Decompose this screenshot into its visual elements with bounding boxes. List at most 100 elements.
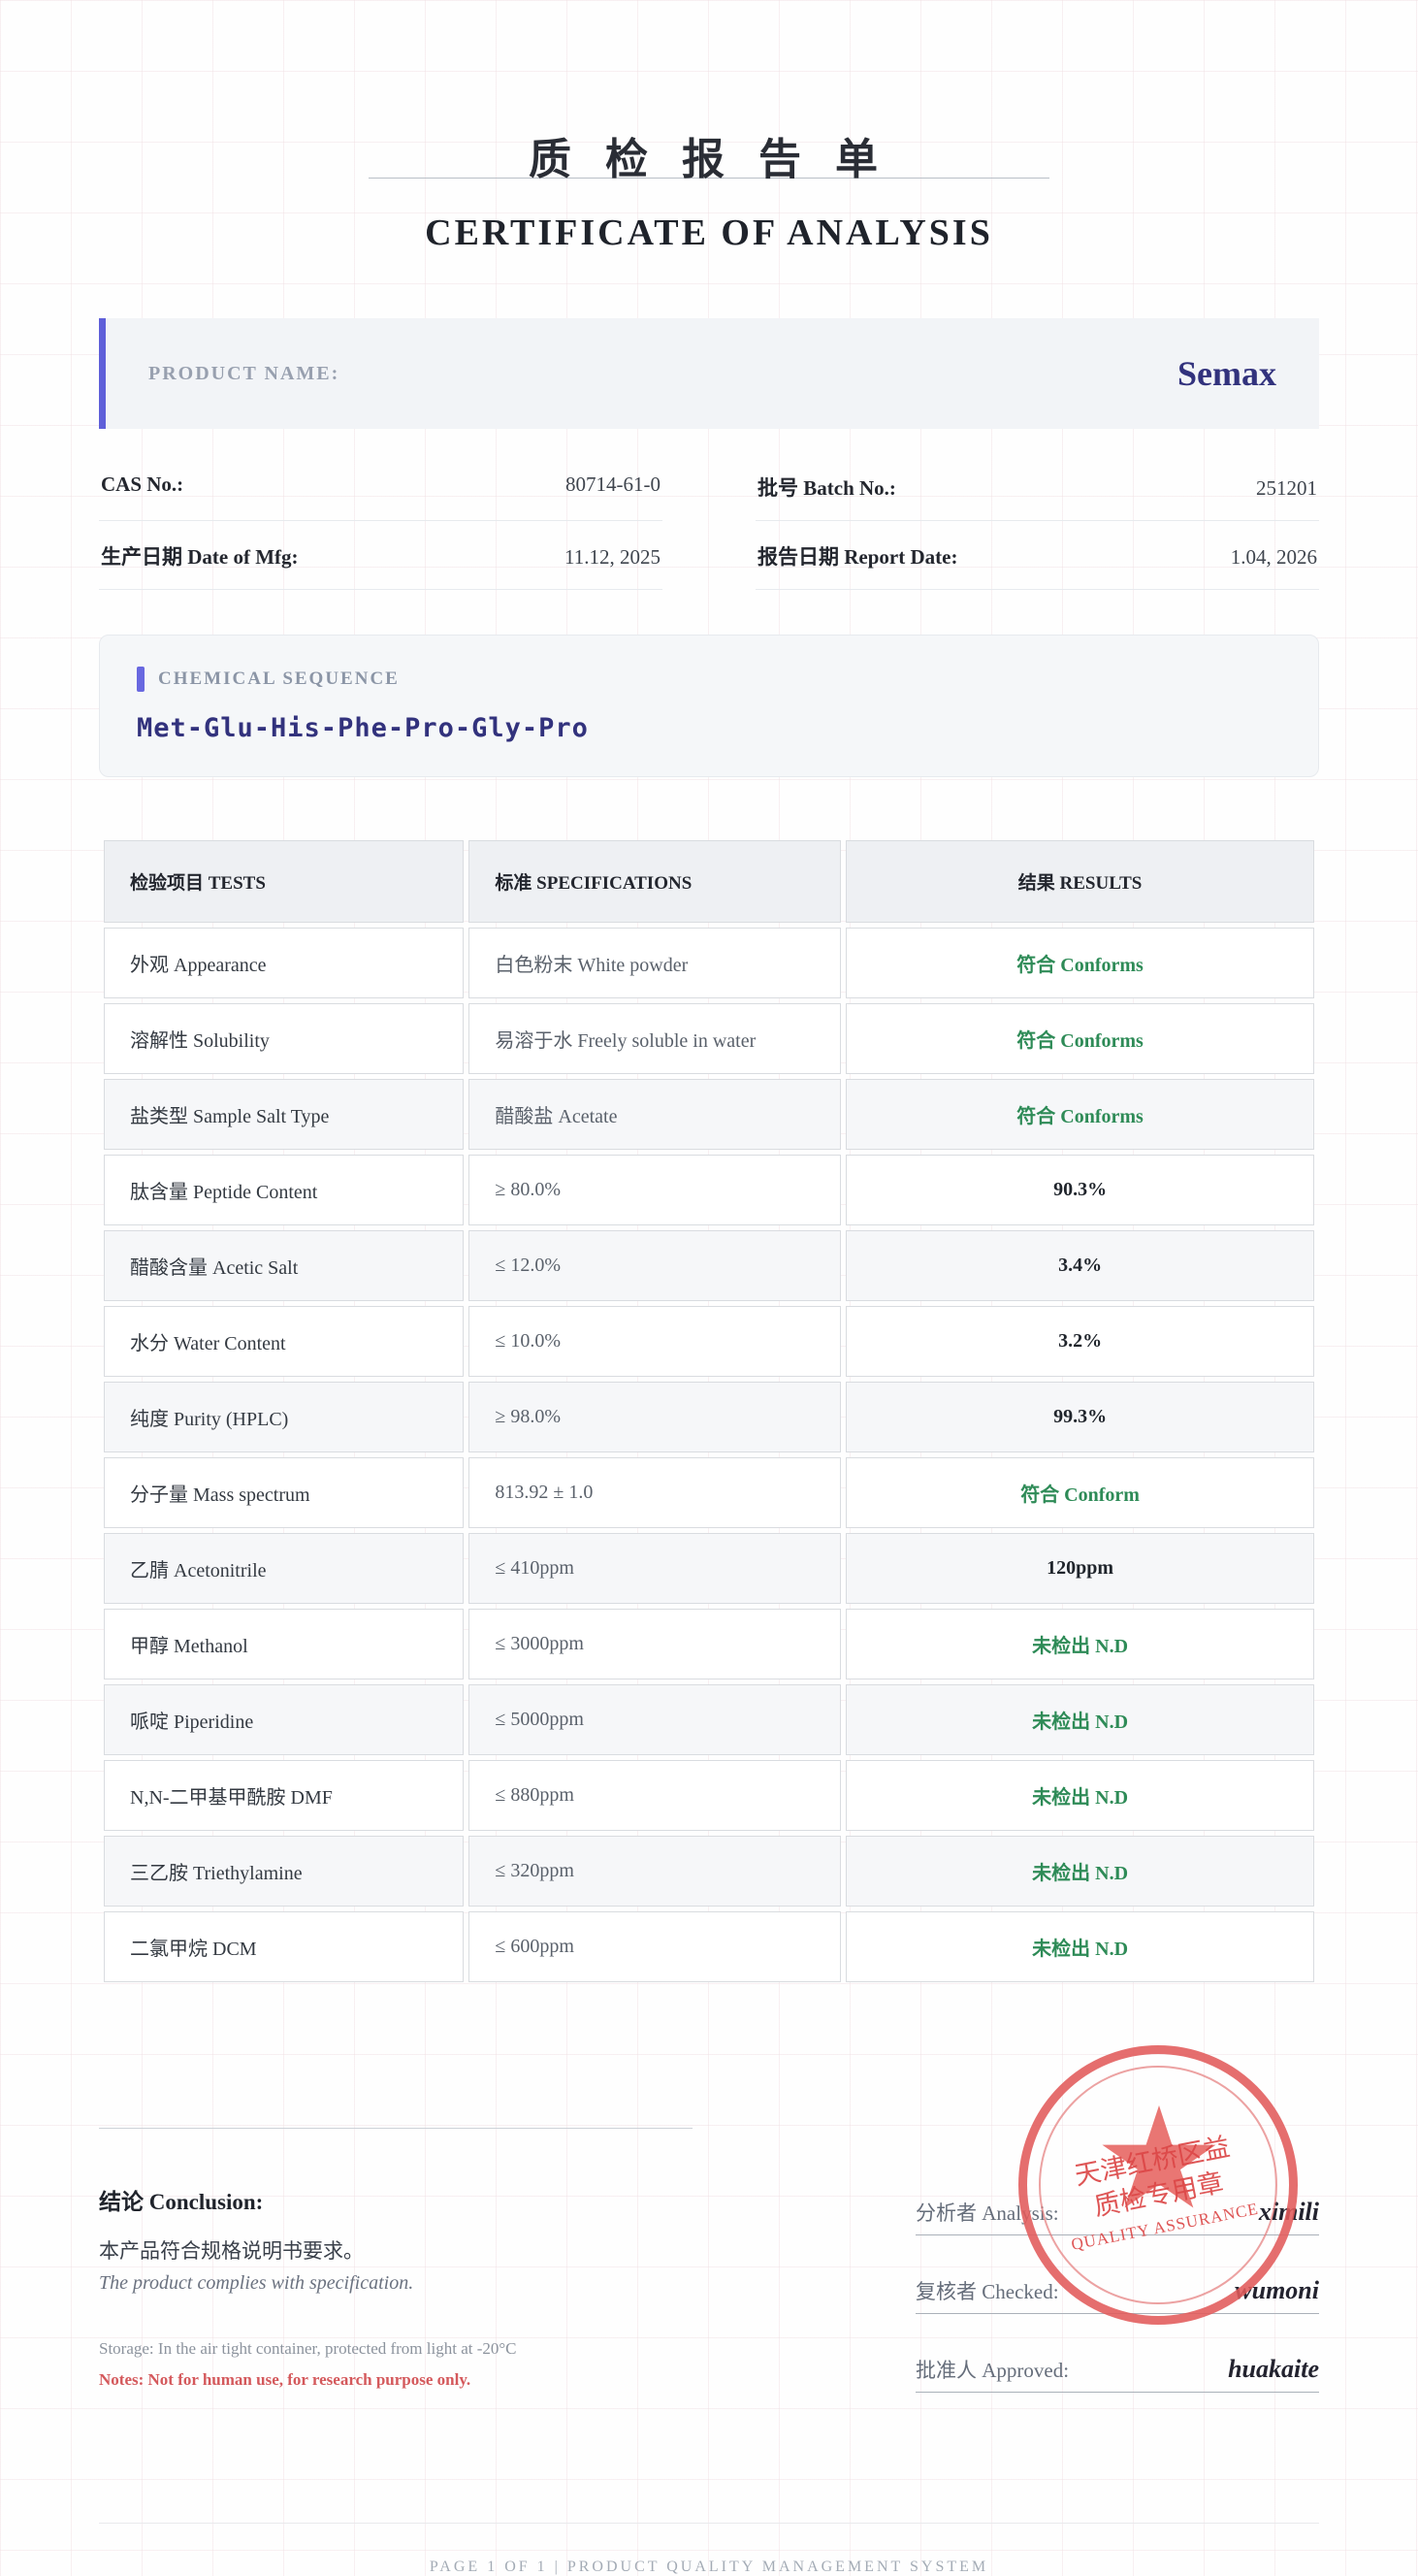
product-name-label: PRODUCT NAME:: [148, 363, 339, 385]
chemical-sequence-label: CHEMICAL SEQUENCE: [158, 668, 400, 690]
spec-cell: ≥ 80.0%: [468, 1155, 841, 1225]
footer-text: PAGE 1 OF 1 | PRODUCT QUALITY MANAGEMENT…: [99, 2524, 1319, 2576]
checked-signature: wumoni: [1235, 2276, 1319, 2305]
test-cell: 哌啶 Piperidine: [104, 1684, 464, 1755]
table-row: 肽含量 Peptide Content ≥ 80.0% 90.3%: [104, 1155, 1314, 1225]
cas-label: CAS No.:: [101, 473, 183, 497]
result-cell: 99.3%: [846, 1382, 1314, 1452]
page-title-cn: 质 检 报 告 单: [99, 124, 1319, 186]
result-cell: 未检出 N.D: [846, 1836, 1314, 1907]
test-cell: 溶解性 Solubility: [104, 1003, 464, 1074]
result-cell: 3.2%: [846, 1306, 1314, 1377]
test-cell: 肽含量 Peptide Content: [104, 1155, 464, 1225]
test-cell: 纯度 Purity (HPLC): [104, 1382, 464, 1452]
conclusion-text-en: The product complies with specification.: [99, 2272, 693, 2295]
test-cell: N,N-二甲基甲酰胺 DMF: [104, 1760, 464, 1831]
certificate-page: 质 检 报 告 单 CERTIFICATE OF ANALYSIS PRODUC…: [99, 0, 1319, 2576]
research-use-warning: Notes: Not for human use, for research p…: [99, 2370, 693, 2390]
table-row: 外观 Appearance 白色粉末 White powder 符合 Confo…: [104, 928, 1314, 998]
spec-cell: ≥ 98.0%: [468, 1382, 841, 1452]
document-header: 质 检 报 告 单: [99, 124, 1319, 186]
table-header-row: 检验项目 TESTS 标准 SPECIFICATIONS 结果 RESULTS: [104, 840, 1314, 923]
conclusion-section: 结论 Conclusion: 本产品符合规格说明书要求。 The product…: [99, 2128, 1319, 2433]
test-cell: 二氯甲烷 DCM: [104, 1911, 464, 1982]
cas-row: CAS No.: 80714-61-0: [99, 452, 662, 521]
page-title-en: CERTIFICATE OF ANALYSIS: [99, 212, 1319, 254]
result-cell: 未检出 N.D: [846, 1684, 1314, 1755]
spec-cell: 白色粉末 White powder: [468, 928, 841, 998]
approved-signature-row: 批准人 Approved: huakaite: [916, 2355, 1319, 2393]
report-date-row: 报告日期 Report Date: 1.04, 2026: [756, 521, 1319, 590]
tests-column-header: 检验项目 TESTS: [104, 840, 464, 923]
mfg-date-row: 生产日期 Date of Mfg: 11.12, 2025: [99, 521, 662, 590]
report-date-value: 1.04, 2026: [1231, 545, 1317, 570]
table-row: N,N-二甲基甲酰胺 DMF ≤ 880ppm 未检出 N.D: [104, 1760, 1314, 1831]
signatures-column: 分析者 Analysis: ximili 复核者 Checked: wumoni…: [916, 2128, 1319, 2433]
table-row: 纯度 Purity (HPLC) ≥ 98.0% 99.3%: [104, 1382, 1314, 1452]
approved-label: 批准人 Approved:: [916, 2355, 1069, 2384]
test-cell: 三乙胺 Triethylamine: [104, 1836, 464, 1907]
result-cell: 未检出 N.D: [846, 1911, 1314, 1982]
batch-row: 批号 Batch No.: 251201: [756, 452, 1319, 521]
spec-cell: ≤ 5000ppm: [468, 1684, 841, 1755]
result-cell: 符合 Conforms: [846, 1079, 1314, 1150]
analysis-signature-row: 分析者 Analysis: ximili: [916, 2198, 1319, 2235]
checked-label: 复核者 Checked:: [916, 2276, 1059, 2305]
table-row: 乙腈 Acetonitrile ≤ 410ppm 120ppm: [104, 1533, 1314, 1604]
test-cell: 盐类型 Sample Salt Type: [104, 1079, 464, 1150]
storage-note: Storage: In the air tight container, pro…: [99, 2339, 693, 2359]
spec-cell: ≤ 880ppm: [468, 1760, 841, 1831]
specifications-column-header: 标准 SPECIFICATIONS: [468, 840, 841, 923]
table-row: 水分 Water Content ≤ 10.0% 3.2%: [104, 1306, 1314, 1377]
test-cell: 乙腈 Acetonitrile: [104, 1533, 464, 1604]
test-cell: 醋酸含量 Acetic Salt: [104, 1230, 464, 1301]
table-row: 哌啶 Piperidine ≤ 5000ppm 未检出 N.D: [104, 1684, 1314, 1755]
table-row: 分子量 Mass spectrum 813.92 ± 1.0 符合 Confor…: [104, 1457, 1314, 1528]
result-cell: 符合 Conforms: [846, 928, 1314, 998]
conclusion-column: 结论 Conclusion: 本产品符合规格说明书要求。 The product…: [99, 2128, 693, 2433]
chemical-sequence-value: Met-Glu-His-Phe-Pro-Gly-Pro: [137, 713, 1281, 743]
spec-cell: ≤ 600ppm: [468, 1911, 841, 1982]
batch-value: 251201: [1256, 476, 1317, 501]
mfg-date-label: 生产日期 Date of Mfg:: [101, 541, 299, 571]
approved-signature: huakaite: [1228, 2355, 1319, 2384]
results-column-header: 结果 RESULTS: [846, 840, 1314, 923]
spec-cell: ≤ 320ppm: [468, 1836, 841, 1907]
spec-cell: ≤ 12.0%: [468, 1230, 841, 1301]
spec-cell: 醋酸盐 Acetate: [468, 1079, 841, 1150]
product-name-value: Semax: [1177, 353, 1276, 394]
batch-label: 批号 Batch No.:: [757, 473, 896, 502]
table-row: 醋酸含量 Acetic Salt ≤ 12.0% 3.4%: [104, 1230, 1314, 1301]
result-cell: 120ppm: [846, 1533, 1314, 1604]
spec-cell: ≤ 10.0%: [468, 1306, 841, 1377]
test-cell: 分子量 Mass spectrum: [104, 1457, 464, 1528]
product-name-band: PRODUCT NAME: Semax: [99, 318, 1319, 429]
spec-cell: ≤ 3000ppm: [468, 1609, 841, 1679]
result-cell: 符合 Conforms: [846, 1003, 1314, 1074]
chemical-sequence-header: CHEMICAL SEQUENCE: [137, 667, 1281, 692]
test-cell: 外观 Appearance: [104, 928, 464, 998]
result-cell: 未检出 N.D: [846, 1760, 1314, 1831]
result-cell: 3.4%: [846, 1230, 1314, 1301]
checked-signature-row: 复核者 Checked: wumoni: [916, 2276, 1319, 2314]
chemical-sequence-card: CHEMICAL SEQUENCE Met-Glu-His-Phe-Pro-Gl…: [99, 635, 1319, 777]
cas-value: 80714-61-0: [565, 473, 661, 497]
conclusion-heading: 结论 Conclusion:: [99, 2183, 693, 2216]
table-row: 三乙胺 Triethylamine ≤ 320ppm 未检出 N.D: [104, 1836, 1314, 1907]
table-row: 二氯甲烷 DCM ≤ 600ppm 未检出 N.D: [104, 1911, 1314, 1982]
result-cell: 符合 Conform: [846, 1457, 1314, 1528]
mfg-date-value: 11.12, 2025: [564, 545, 661, 570]
table-row: 甲醇 Methanol ≤ 3000ppm 未检出 N.D: [104, 1609, 1314, 1679]
test-cell: 甲醇 Methanol: [104, 1609, 464, 1679]
table-row: 溶解性 Solubility 易溶于水 Freely soluble in wa…: [104, 1003, 1314, 1074]
result-cell: 未检出 N.D: [846, 1609, 1314, 1679]
spec-cell: 易溶于水 Freely soluble in water: [468, 1003, 841, 1074]
batch-info-grid: CAS No.: 80714-61-0 批号 Batch No.: 251201…: [99, 452, 1319, 590]
analysis-signature: ximili: [1259, 2198, 1319, 2227]
accent-bar: [137, 667, 145, 692]
table-row: 盐类型 Sample Salt Type 醋酸盐 Acetate 符合 Conf…: [104, 1079, 1314, 1150]
analysis-label: 分析者 Analysis:: [916, 2198, 1059, 2227]
analysis-table: 检验项目 TESTS 标准 SPECIFICATIONS 结果 RESULTS …: [99, 835, 1319, 1987]
test-cell: 水分 Water Content: [104, 1306, 464, 1377]
report-date-label: 报告日期 Report Date:: [757, 541, 957, 571]
